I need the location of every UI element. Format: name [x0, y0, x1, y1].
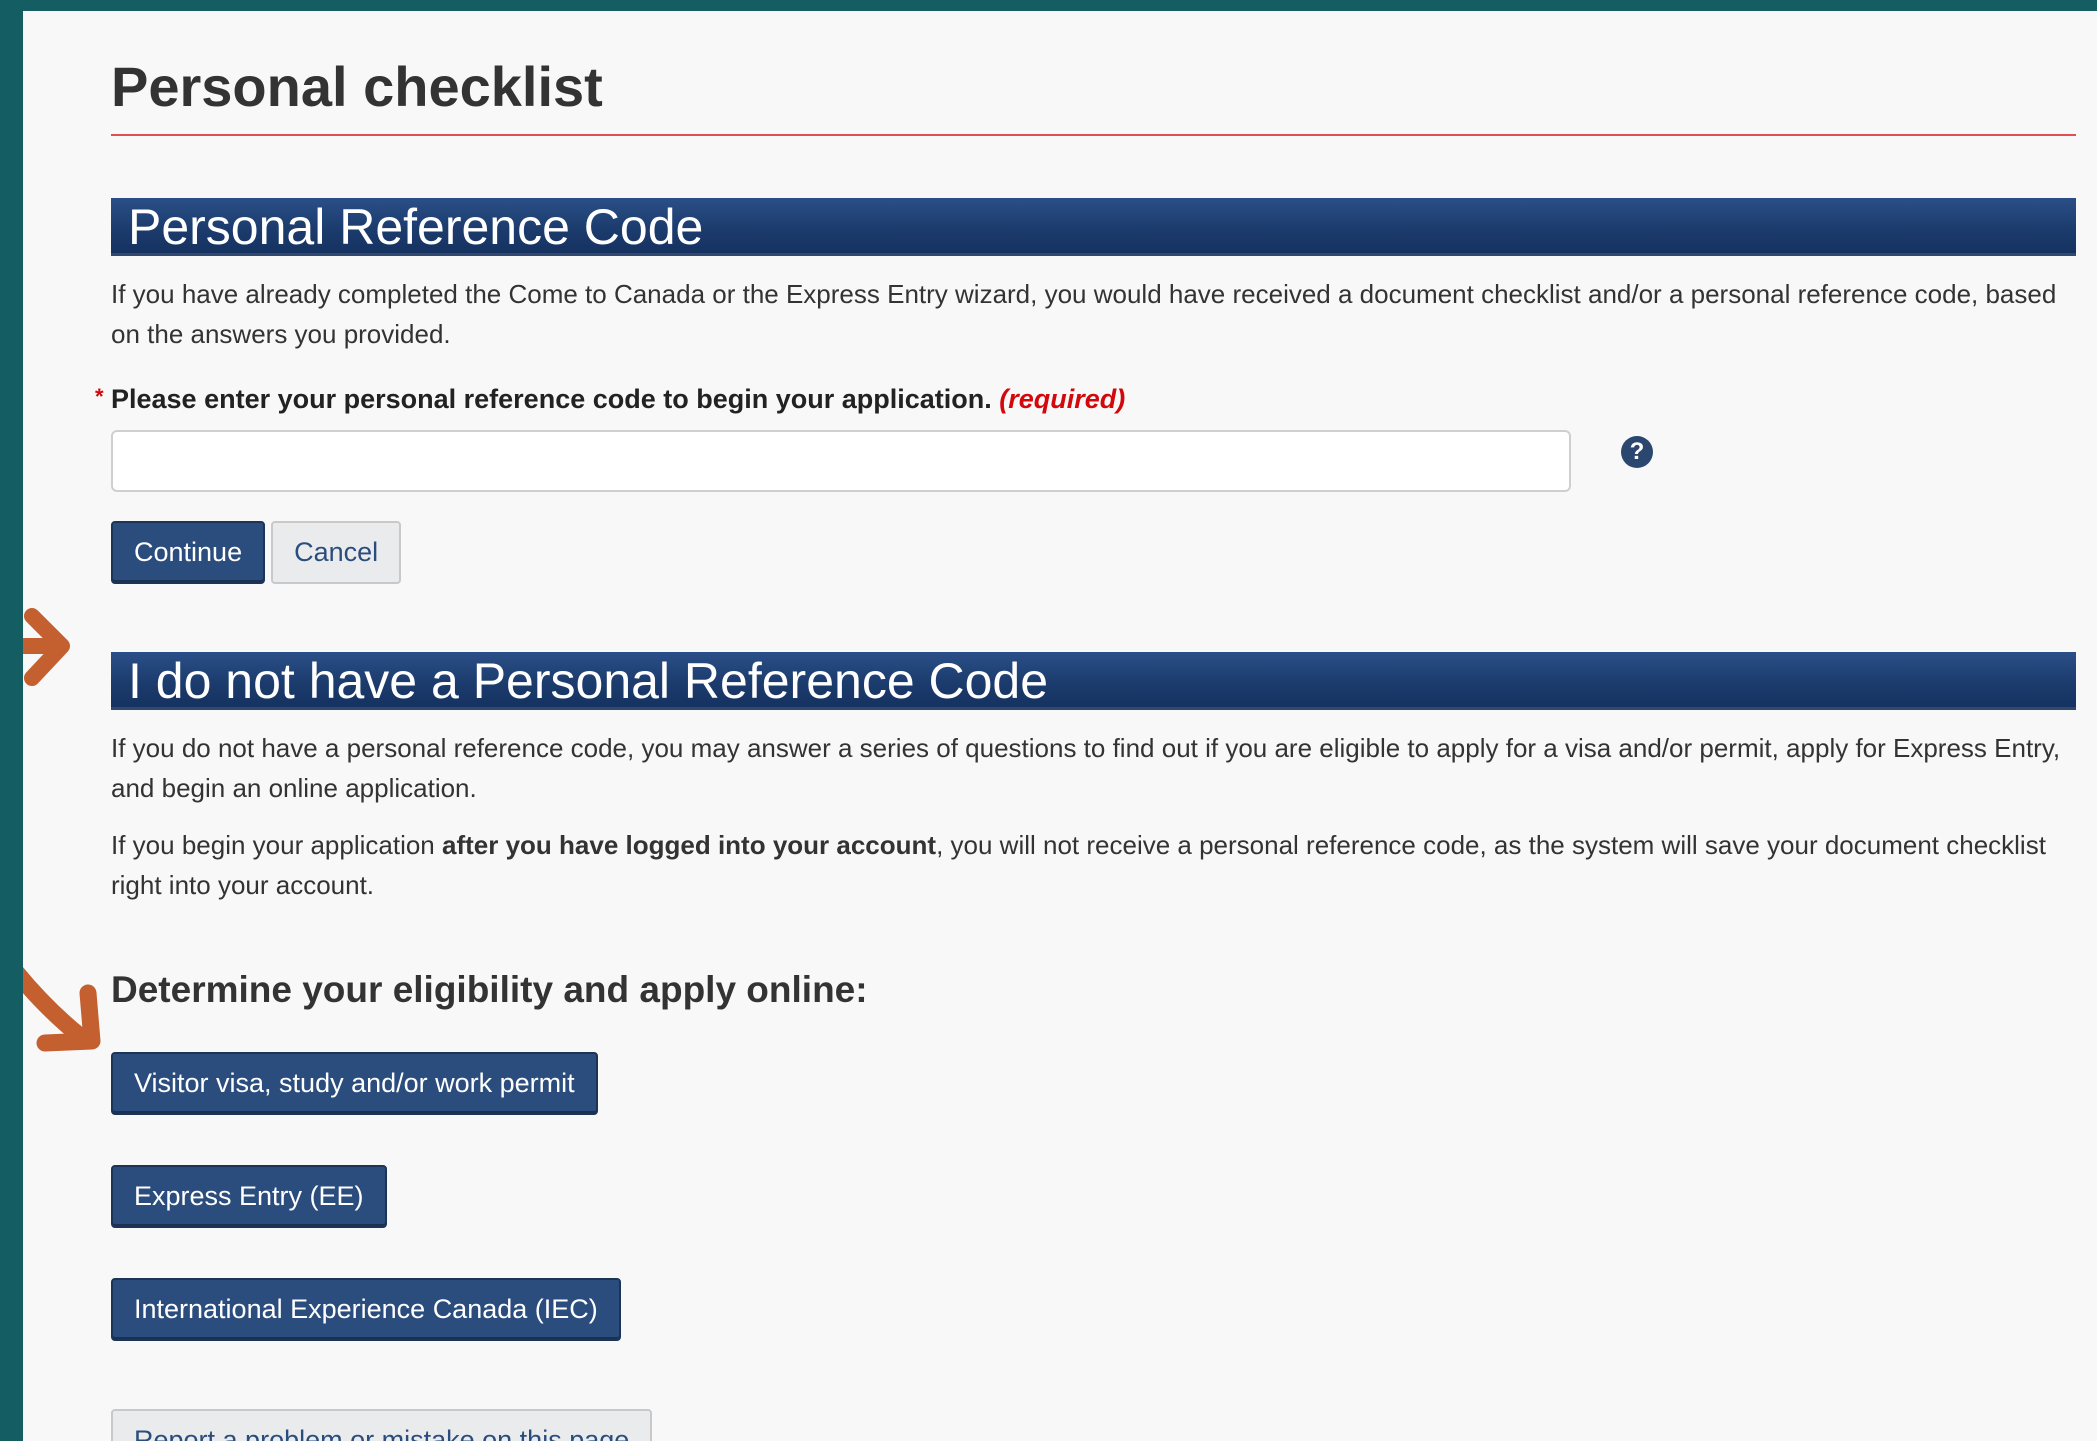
title-divider: [111, 134, 2076, 136]
arrow-down-right-icon: [23, 967, 101, 1052]
required-marker: *: [95, 384, 104, 409]
reference-code-heading: Personal Reference Code: [111, 198, 2076, 256]
page-title: Personal checklist: [111, 55, 603, 118]
no-code-paragraph-1: If you do not have a personal reference …: [111, 733, 2061, 803]
report-problem-button[interactable]: Report a problem or mistake on this page: [111, 1409, 653, 1441]
reference-code-input[interactable]: [111, 430, 1571, 492]
required-tag: (required): [999, 384, 1126, 414]
cancel-button[interactable]: Cancel: [271, 521, 402, 584]
reference-code-actions: Continue Cancel: [111, 521, 2076, 585]
page-panel: Personal checklist Personal Reference Co…: [23, 11, 2097, 1441]
eligibility-buttons: Visitor visa, study and/or work permit E…: [111, 1052, 2076, 1341]
arrow-right-icon: [23, 608, 70, 686]
question-circle-icon[interactable]: ?: [1621, 436, 1653, 468]
continue-button[interactable]: Continue: [111, 521, 266, 584]
no-reference-code-heading: I do not have a Personal Reference Code: [111, 652, 2076, 710]
visitor-visa-button[interactable]: Visitor visa, study and/or work permit: [111, 1052, 598, 1115]
reference-code-input-row: ?: [111, 430, 2076, 494]
no-code-paragraph-2-start: If you begin your application: [111, 830, 442, 860]
reference-code-label: * Please enter your personal reference c…: [95, 382, 2076, 416]
main-content: Personal checklist Personal Reference Co…: [95, 11, 2076, 1441]
no-code-paragraph-2: If you begin your application after you …: [111, 825, 2061, 905]
reference-code-intro: If you have already completed the Come t…: [111, 279, 2057, 349]
reference-code-label-text: Please enter your personal reference cod…: [111, 384, 992, 414]
no-code-paragraph-2-bold: after you have logged into your account: [442, 830, 937, 860]
iec-button[interactable]: International Experience Canada (IEC): [111, 1278, 621, 1341]
eligibility-heading: Determine your eligibility and apply onl…: [111, 969, 868, 1010]
express-entry-button[interactable]: Express Entry (EE): [111, 1165, 387, 1228]
